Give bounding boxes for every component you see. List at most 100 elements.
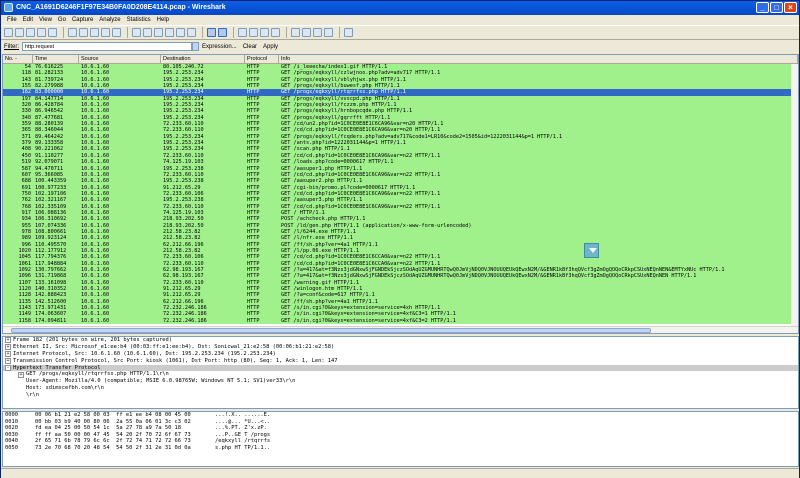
hex-line[interactable]: 0050 73 2e 70 68 70 20 48 54 54 50 2f 31 … — [5, 445, 798, 452]
menu-help[interactable]: Help — [154, 15, 172, 25]
save-file-icon[interactable] — [79, 28, 88, 37]
auto-scroll-icon[interactable] — [218, 28, 227, 37]
reload-icon[interactable] — [101, 28, 110, 37]
detail-text: \r\n — [26, 392, 39, 399]
expand-icon[interactable]: + — [5, 344, 11, 351]
detail-tree-item[interactable]: + Ethernet II, Src: Microsof_e1:ee:b4 (00… — [3, 344, 798, 351]
hex-ascii: s.php HT TP/1.1.. — [215, 444, 271, 451]
toolbar-separator — [63, 27, 64, 38]
minimize-button[interactable]: _ — [756, 2, 769, 13]
toolbar-separator — [233, 27, 234, 38]
detail-tree-item[interactable]: + Internet Protocol, Src: 10.6.1.60 (10.6… — [3, 351, 798, 358]
capture-filters-icon[interactable] — [291, 28, 300, 37]
go-forward-icon[interactable] — [154, 28, 163, 37]
packet-row[interactable]: 1158 174.094811 10.6.1.60 72.232.246.186 HTT… — [3, 317, 798, 325]
filter-dropdown-button[interactable] — [192, 42, 199, 51]
interfaces-icon[interactable] — [4, 28, 13, 37]
detail-tree-item[interactable]: + GET /progs/eqkxyll/rtqrrfss.php HTTP/1.… — [3, 371, 798, 378]
packet-list-pane: No. - Time Source Destination Protocol I… — [2, 54, 799, 334]
menu-edit[interactable]: Edit — [20, 15, 36, 25]
packet-destination: 72.232.246.186 — [163, 317, 207, 324]
filter-label: Filter: — [4, 43, 19, 50]
wireshark-window: CNC_A1691D6246F1F97E34B0FA0D208E4114.pca… — [0, 0, 800, 478]
detail-tree-item[interactable]: + Frame 182 (201 bytes on wire, 201 bytes… — [3, 337, 798, 344]
print-icon[interactable] — [112, 28, 121, 37]
restart-capture-icon[interactable] — [48, 28, 57, 37]
zoom-out-icon[interactable] — [249, 28, 258, 37]
coloring-rules-icon[interactable] — [313, 28, 322, 37]
filter-input[interactable]: http.request — [22, 42, 192, 51]
detail-text: Hypertext Transfer Protocol — [13, 364, 101, 371]
packet-time: 174.094811 — [35, 317, 67, 324]
maximize-button[interactable]: □ — [770, 2, 783, 13]
detail-tree-item[interactable]: \r\n — [3, 392, 798, 399]
packet-source: 10.6.1.60 — [81, 317, 110, 324]
scrollbar-thumb[interactable] — [11, 328, 651, 333]
expand-icon[interactable]: + — [18, 371, 24, 378]
packet-details-pane: + Frame 182 (201 bytes on wire, 201 bytes… — [2, 336, 799, 409]
download-icon[interactable] — [584, 243, 599, 258]
column-header-no[interactable]: No. - — [3, 55, 33, 63]
display-filters-icon[interactable] — [302, 28, 311, 37]
toolbar-separator — [202, 27, 203, 38]
hex-bytes: 73 2e 70 68 70 20 48 54 54 50 2f 31 2e 3… — [35, 444, 191, 451]
colorize-icon[interactable] — [207, 28, 216, 37]
detail-text: Ethernet II, Src: Microsof_e1:ee:b4 (00:… — [13, 343, 335, 350]
preferences-icon[interactable] — [324, 28, 333, 37]
detail-tree-item[interactable]: User-Agent: Mozilla/4.0 (compatible; MSI… — [3, 378, 798, 385]
column-header-source[interactable]: Source — [79, 55, 161, 63]
main-toolbar — [1, 25, 799, 40]
packet-list-header: No. - Time Source Destination Protocol I… — [3, 55, 798, 64]
menu-statistics[interactable]: Statistics — [124, 15, 154, 25]
toolbar-separator — [127, 27, 128, 38]
start-capture-icon[interactable] — [26, 28, 35, 37]
detail-text: Host: sdimscefbh.com\r\n — [26, 385, 104, 392]
apply-button[interactable]: Apply — [263, 44, 278, 50]
packet-protocol: HTTP — [247, 317, 260, 324]
filter-bar: Filter: http.request Expression... Clear… — [1, 40, 799, 53]
detail-text: Transmission Control Protocol, Src Port:… — [13, 357, 338, 364]
detail-text: User-Agent: Mozilla/4.0 (compatible; MSI… — [26, 378, 296, 385]
capture-options-icon[interactable] — [15, 28, 24, 37]
open-file-icon[interactable] — [68, 28, 77, 37]
menu-analyze[interactable]: Analyze — [96, 15, 123, 25]
column-header-protocol[interactable]: Protocol — [245, 55, 279, 63]
menu-go[interactable]: Go — [55, 15, 69, 25]
menu-view[interactable]: View — [36, 15, 55, 25]
clear-button[interactable]: Clear — [243, 44, 257, 50]
packet-list-vertical-scrollbar[interactable] — [791, 64, 798, 326]
column-header-info[interactable]: Info — [279, 55, 798, 63]
first-packet-icon[interactable] — [176, 28, 185, 37]
detail-tree-item[interactable]: - Hypertext Transfer Protocol — [3, 364, 798, 372]
status-bar — [1, 468, 799, 478]
expand-icon[interactable]: + — [5, 351, 11, 358]
stop-capture-icon[interactable] — [37, 28, 46, 37]
last-packet-icon[interactable] — [187, 28, 196, 37]
go-back-icon[interactable] — [143, 28, 152, 37]
go-to-packet-icon[interactable] — [165, 28, 174, 37]
column-header-destination[interactable]: Destination — [161, 55, 245, 63]
wireshark-app-icon — [4, 3, 13, 12]
close-button[interactable]: × — [784, 2, 797, 13]
packet-rows: 54 76.616225 10.6.1.60 80.105.240.72 HTTP GET… — [3, 64, 798, 325]
detail-tree-item[interactable]: Host: sdimscefbh.com\r\n — [3, 385, 798, 392]
packet-list-horizontal-scrollbar[interactable] — [3, 326, 798, 333]
menu-capture[interactable]: Capture — [69, 15, 96, 25]
zoom-normal-icon[interactable] — [260, 28, 269, 37]
expression-button[interactable]: Expression... — [202, 44, 237, 50]
resize-columns-icon[interactable] — [271, 28, 280, 37]
close-file-icon[interactable] — [90, 28, 99, 37]
expand-icon[interactable]: + — [5, 337, 11, 344]
packet-number: 1158 — [18, 317, 32, 324]
find-packet-icon[interactable] — [132, 28, 141, 37]
zoom-in-icon[interactable] — [238, 28, 247, 37]
detail-tree-item[interactable]: + Transmission Control Protocol, Src Port… — [3, 358, 798, 365]
packet-bytes-pane: 0000 00 06 b1 21 e2 58 00 03 ff e1 ee b4 … — [2, 411, 799, 467]
title-bar: CNC_A1691D6246F1F97E34B0FA0D208E4114.pca… — [1, 1, 799, 15]
expand-icon[interactable]: + — [5, 358, 11, 365]
menu-file[interactable]: File — [4, 15, 20, 25]
window-title: CNC_A1691D6246F1F97E34B0FA0D208E4114.pca… — [16, 4, 226, 11]
column-header-time[interactable]: Time — [33, 55, 79, 63]
collapse-icon[interactable]: - — [5, 365, 11, 371]
help-icon[interactable] — [344, 28, 353, 37]
